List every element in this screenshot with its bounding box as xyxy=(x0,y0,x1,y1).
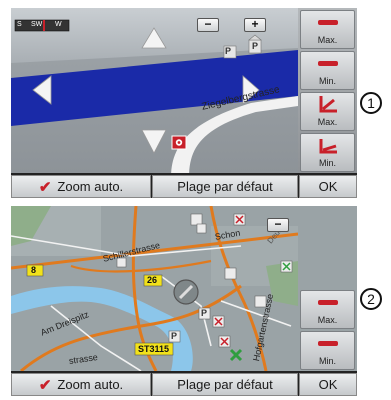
road-badge-8-label: 8 xyxy=(31,265,37,275)
compass-needle xyxy=(43,20,45,31)
poi-icon xyxy=(190,213,203,226)
tilt-min-icon xyxy=(319,139,337,154)
view-settings-sidebar: Max. Min. xyxy=(298,206,357,371)
compass-letter-sw: SW xyxy=(31,21,43,28)
map-2d-view[interactable]: Schillerstrasse Schon Am Dreispitz Hofga… xyxy=(11,206,298,371)
zoom-max-bar-icon xyxy=(318,20,338,25)
parking-garage-label: P xyxy=(252,41,259,51)
checkmark-icon: ✔ xyxy=(38,178,52,196)
default-range-button[interactable]: Plage par défaut xyxy=(152,175,298,198)
default-range-button[interactable]: Plage par défaut xyxy=(152,373,298,396)
zoom-min-bar-icon xyxy=(318,61,338,66)
zoom-min-bar-icon xyxy=(318,341,338,346)
ok-button[interactable]: OK xyxy=(299,175,357,198)
ok-label: OK xyxy=(318,179,338,194)
poi-icon xyxy=(224,267,237,280)
zoom-auto-label: Zoom auto. xyxy=(57,179,124,194)
default-range-label: Plage par défaut xyxy=(177,377,273,392)
callout-marker-1: 1 xyxy=(360,92,382,114)
parking-label: P xyxy=(225,46,232,56)
view-settings-sidebar: Max. Min. Max. Min. xyxy=(298,8,357,173)
zoom-max-bar-icon xyxy=(318,300,338,305)
parking-label: P xyxy=(201,308,208,318)
tilt-max-icon xyxy=(319,96,337,113)
zoom-min-button[interactable]: Min. xyxy=(300,51,355,90)
ok-button[interactable]: OK xyxy=(299,373,357,396)
tilt-min-label: Min. xyxy=(318,158,336,168)
road-badge-26-label: 26 xyxy=(147,275,158,285)
callout-marker-2-label: 2 xyxy=(367,291,375,307)
zoom-min-label: Min. xyxy=(318,356,336,366)
checkmark-icon: ✔ xyxy=(38,376,52,394)
zoom-min-label: Min. xyxy=(318,76,336,86)
zoom-out-button[interactable]: − xyxy=(267,218,289,232)
bottom-bar: ✔ Zoom auto. Plage par défaut OK xyxy=(11,373,357,396)
zoom-max-label: Max. xyxy=(317,35,338,45)
navigation-2d-map-screen: Schillerstrasse Schon Am Dreispitz Hofga… xyxy=(11,206,357,396)
tilt-min-button[interactable]: Min. xyxy=(300,133,355,172)
default-range-label: Plage par défaut xyxy=(177,179,273,194)
callout-marker-1-label: 1 xyxy=(367,95,375,111)
tilt-max-button[interactable]: Max. xyxy=(300,92,355,131)
zoom-max-button[interactable]: Max. xyxy=(300,10,355,49)
road-badge-st3115-label: ST3115 xyxy=(138,344,170,354)
bottom-bar: ✔ Zoom auto. Plage par défaut OK xyxy=(11,175,357,198)
callout-marker-2: 2 xyxy=(360,288,382,310)
zoom-auto-checkbox[interactable]: ✔ Zoom auto. xyxy=(11,175,151,198)
zoom-min-button[interactable]: Min. xyxy=(300,331,355,370)
poi-icon xyxy=(196,223,207,234)
navigation-3d-view-screen: P P Ziegelbergstrasse S SW W − + Max. Mi… xyxy=(11,8,357,198)
parking-label: P xyxy=(171,331,178,341)
compass-letter-w: W xyxy=(55,21,62,28)
tilt-max-label: Max. xyxy=(317,117,338,127)
ok-label: OK xyxy=(318,377,338,392)
map-3d-view[interactable]: P P Ziegelbergstrasse S SW W − + xyxy=(11,8,298,173)
zoom-in-button[interactable]: + xyxy=(244,18,266,32)
zoom-out-button[interactable]: − xyxy=(197,18,219,32)
zoom-auto-label: Zoom auto. xyxy=(57,377,124,392)
zoom-max-button[interactable]: Max. xyxy=(300,290,355,329)
zoom-max-label: Max. xyxy=(317,315,338,325)
zoom-auto-checkbox[interactable]: ✔ Zoom auto. xyxy=(11,373,151,396)
compass-letter-s: S xyxy=(17,21,22,28)
